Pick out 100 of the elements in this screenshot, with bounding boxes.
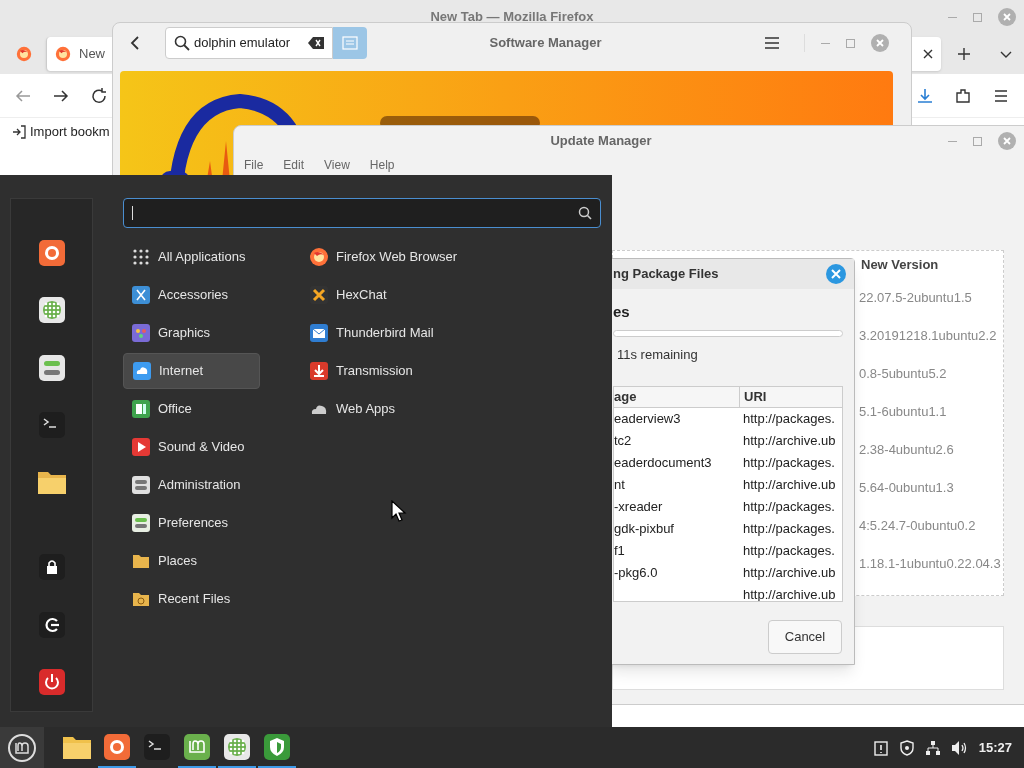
table-cell-text: http://packages. — [743, 497, 835, 516]
column-header[interactable]: age — [614, 387, 739, 407]
category-item[interactable]: All Applications — [123, 239, 260, 275]
lock-icon — [37, 553, 66, 582]
clipboard-icon[interactable] — [872, 739, 889, 756]
dialog-heading: es — [612, 302, 631, 322]
table-cell: -pkg6.0 — [614, 564, 658, 580]
table-cell-text: http://archive.ub — [743, 585, 836, 601]
version-text: 1.18.1-1ubuntu0.22.04.3 — [858, 555, 1002, 574]
version-text: 5.1-6ubuntu1.1 — [858, 403, 948, 422]
category-item[interactable]: Internet — [123, 353, 260, 389]
category-item[interactable]: Recent Files — [123, 581, 260, 617]
scissors-icon — [131, 285, 151, 305]
app-item[interactable]: Firefox Web Browser — [305, 239, 462, 275]
list-icon — [342, 36, 358, 50]
browser-icon — [37, 238, 66, 267]
download-icon — [309, 361, 329, 381]
table-cell-text: http://archive.ub — [743, 431, 836, 450]
table-cell-text: http://packages. — [743, 541, 835, 560]
mail-icon — [309, 323, 329, 343]
cloud-icon — [132, 361, 152, 381]
table-cell-text: http://archive.ub — [743, 475, 836, 494]
column-header[interactable]: URI — [739, 387, 842, 407]
window-title: Update Manager — [549, 132, 653, 151]
webapps-icon — [223, 732, 251, 761]
table-cell-text: http://packages. — [743, 453, 835, 472]
version-text: 2.38-4ubuntu2.6 — [858, 441, 955, 460]
menu-item[interactable]: Help — [369, 156, 395, 174]
folder-icon — [36, 469, 67, 496]
palette-icon — [131, 323, 151, 343]
table-cell: eaderview3 — [614, 410, 681, 426]
browser-icon — [103, 732, 131, 761]
app-item[interactable]: HexChat — [305, 277, 462, 313]
app-item[interactable]: Thunderbird Mail — [305, 315, 462, 351]
table-cell-text: http://packages. — [743, 409, 835, 428]
clock[interactable]: 15:27 — [978, 737, 1012, 758]
toggles-icon — [131, 513, 151, 533]
search-icon — [174, 35, 190, 51]
menu-icon[interactable] — [764, 35, 780, 51]
new-tab-icon[interactable] — [957, 47, 971, 61]
cursor-icon — [391, 500, 409, 522]
table-cell: -xreader — [614, 498, 663, 514]
import-icon — [12, 125, 26, 139]
menu-button[interactable] — [0, 727, 44, 768]
shield-icon — [263, 732, 291, 761]
menu-item[interactable]: File — [244, 156, 264, 174]
volume-icon[interactable] — [950, 739, 969, 756]
mint-logo-icon — [183, 732, 211, 761]
version-text: 4:5.24.7-0ubuntu0.2 — [858, 517, 977, 536]
category-item[interactable]: Sound & Video — [123, 429, 260, 465]
version-text: 0.8-5ubuntu5.2 — [858, 365, 948, 384]
search-field[interactable]: dolphin emulator — [165, 27, 333, 59]
category-item[interactable]: Places — [123, 543, 260, 579]
toggles-icon — [131, 475, 151, 495]
reload-icon[interactable] — [90, 86, 108, 105]
app-item[interactable]: Transmission — [305, 353, 462, 389]
search-icon — [578, 206, 592, 220]
cancel-button[interactable]: Cancel — [768, 620, 842, 654]
version-text: 5.64-0ubuntu1.3 — [858, 479, 955, 498]
grid-icon — [131, 247, 151, 267]
shield-icon[interactable] — [898, 739, 915, 756]
category-item[interactable]: Administration — [123, 467, 260, 503]
time-remaining: 11s remaining — [616, 345, 699, 364]
table-cell: nt — [614, 476, 625, 492]
browser-icon — [55, 46, 71, 62]
terminal-icon — [37, 410, 66, 439]
version-text: 3.20191218.1ubuntu2.2 — [858, 327, 998, 346]
dialog-title: ng Package Files — [613, 265, 720, 284]
download-icon[interactable] — [916, 86, 934, 105]
document-icon — [131, 399, 151, 419]
logout-icon — [37, 610, 66, 639]
terminal-icon — [143, 732, 171, 761]
version-text: 22.07.5-2ubuntu1.5 — [858, 289, 973, 308]
browser-icon — [309, 247, 329, 267]
category-item[interactable]: Preferences — [123, 505, 260, 541]
close-tab-icon[interactable] — [923, 49, 933, 59]
close-icon[interactable] — [826, 264, 846, 284]
bookmark-link[interactable]: Import bookm — [30, 122, 110, 142]
table-cell: eaderdocument3 — [614, 454, 712, 470]
toggles-icon — [37, 353, 66, 382]
table-cell: f1 — [614, 542, 625, 558]
menu-item[interactable]: View — [324, 156, 350, 174]
category-item[interactable]: Graphics — [123, 315, 260, 351]
window-title: Software Manager — [488, 34, 603, 53]
play-icon — [131, 437, 151, 457]
search-field[interactable] — [123, 198, 601, 228]
category-item[interactable]: Accessories — [123, 277, 260, 313]
app-item[interactable]: Web Apps — [305, 391, 462, 427]
mint-logo-icon — [7, 732, 37, 763]
menu-item[interactable]: Edit — [283, 156, 305, 174]
power-icon — [37, 668, 66, 697]
table-cell: gdk-pixbuf — [614, 520, 674, 536]
table-cell-text: http://packages. — [743, 519, 835, 538]
network-icon[interactable] — [924, 739, 941, 756]
browser-icon — [16, 46, 32, 62]
column-header[interactable]: New Version — [857, 251, 1003, 279]
clear-icon[interactable] — [308, 37, 324, 49]
category-item[interactable]: Office — [123, 391, 260, 427]
table-cell: tc2 — [614, 432, 632, 448]
window-title: New Tab — Mozilla Firefox — [430, 8, 594, 27]
